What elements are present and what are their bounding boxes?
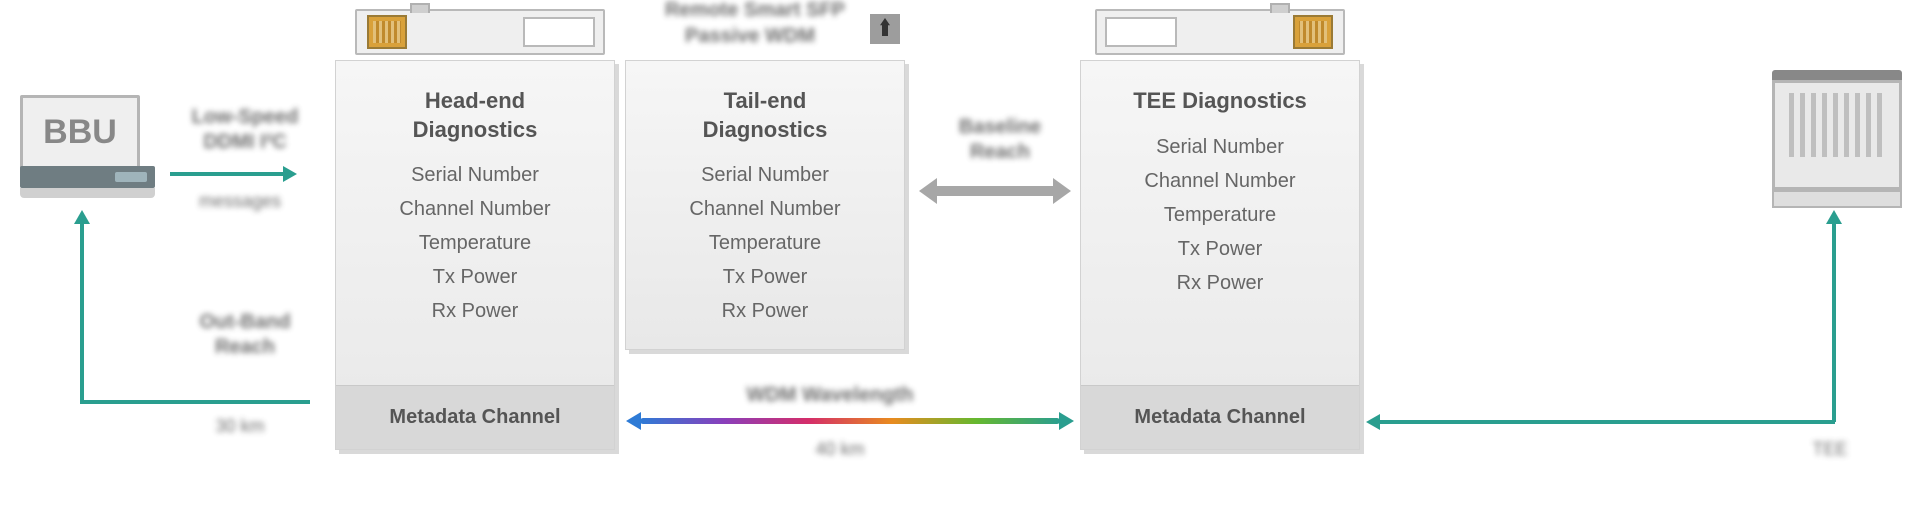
panel-tail-end: Tail-end Diagnostics Serial Number Chann… xyxy=(625,60,905,350)
sfp-head-icon xyxy=(355,3,605,61)
panel-head-title-l1: Head-end xyxy=(425,88,525,113)
panel-tee: TEE Diagnostics Serial Number Channel Nu… xyxy=(1080,60,1360,450)
panel-tee-footer: Metadata Channel xyxy=(1081,385,1359,449)
label-baseline: Baseline Reach xyxy=(925,115,1075,165)
panel-tee-title-l1: TEE Diagnostics xyxy=(1133,88,1307,113)
arrow-wdm-rainbow xyxy=(640,418,1060,424)
list-item: Serial Number xyxy=(626,158,904,192)
bbu-shadow xyxy=(20,188,155,198)
panel-tee-title: TEE Diagnostics xyxy=(1081,87,1359,116)
panel-head-end: Head-end Diagnostics Serial Number Chann… xyxy=(335,60,615,450)
label-passive-wdm: Passive WDM xyxy=(660,24,840,49)
label-low-speed-text: Low-Speed DDMI I²C xyxy=(192,106,299,153)
label-low-speed: Low-Speed DDMI I²C xyxy=(170,105,320,155)
list-item: Temperature xyxy=(626,226,904,260)
panel-tail-title: Tail-end Diagnostics xyxy=(626,87,904,144)
arrow-right-h xyxy=(1380,420,1835,424)
bbu-base xyxy=(20,166,155,188)
list-item: Serial Number xyxy=(1081,130,1359,164)
list-item: Tx Power xyxy=(336,260,614,294)
list-item: Tx Power xyxy=(1081,232,1359,266)
arrow-outband-v xyxy=(80,222,84,402)
label-remote-sfp: Remote Smart SFP xyxy=(625,0,885,23)
list-item: Channel Number xyxy=(626,192,904,226)
wdm-box-icon xyxy=(870,14,900,44)
bbu-device: BBU xyxy=(20,95,160,198)
arrow-bbu-to-head xyxy=(170,172,285,176)
bbu-label-box: BBU xyxy=(20,95,140,170)
label-out-band-text: Out-Band Reach xyxy=(199,311,290,358)
panel-head-title-l2: Diagnostics xyxy=(413,117,538,142)
list-item: Rx Power xyxy=(626,294,904,328)
panel-tail-title-l1: Tail-end xyxy=(724,88,807,113)
list-item: Rx Power xyxy=(1081,266,1359,300)
list-item: Channel Number xyxy=(1081,164,1359,198)
label-wdm: WDM Wavelength xyxy=(680,383,980,408)
label-outband-sub: 30 km xyxy=(190,415,290,438)
arrow-right-corner xyxy=(1380,420,1384,424)
label-tee-sub: TEE xyxy=(1780,438,1880,461)
list-item: Temperature xyxy=(336,226,614,260)
label-wdm-sub: 40 km xyxy=(790,438,890,461)
panel-tail-title-l2: Diagnostics xyxy=(703,117,828,142)
radio-unit-icon xyxy=(1772,70,1902,208)
label-out-band: Out-Band Reach xyxy=(170,310,320,360)
panel-head-footer: Metadata Channel xyxy=(336,385,614,449)
arrow-baseline-double xyxy=(935,186,1055,196)
list-item: Serial Number xyxy=(336,158,614,192)
list-item: Tx Power xyxy=(626,260,904,294)
list-item: Rx Power xyxy=(336,294,614,328)
arrow-right-v xyxy=(1832,222,1836,422)
label-messages: messages xyxy=(185,190,295,213)
label-baseline-text: Baseline Reach xyxy=(959,116,1041,163)
arrow-right-head-icon xyxy=(1366,414,1380,430)
bbu-label: BBU xyxy=(43,113,117,152)
list-item: Temperature xyxy=(1081,198,1359,232)
sfp-tee-icon xyxy=(1095,3,1345,61)
arrow-outband-h xyxy=(80,400,310,404)
list-item: Channel Number xyxy=(336,192,614,226)
panel-head-title: Head-end Diagnostics xyxy=(336,87,614,144)
